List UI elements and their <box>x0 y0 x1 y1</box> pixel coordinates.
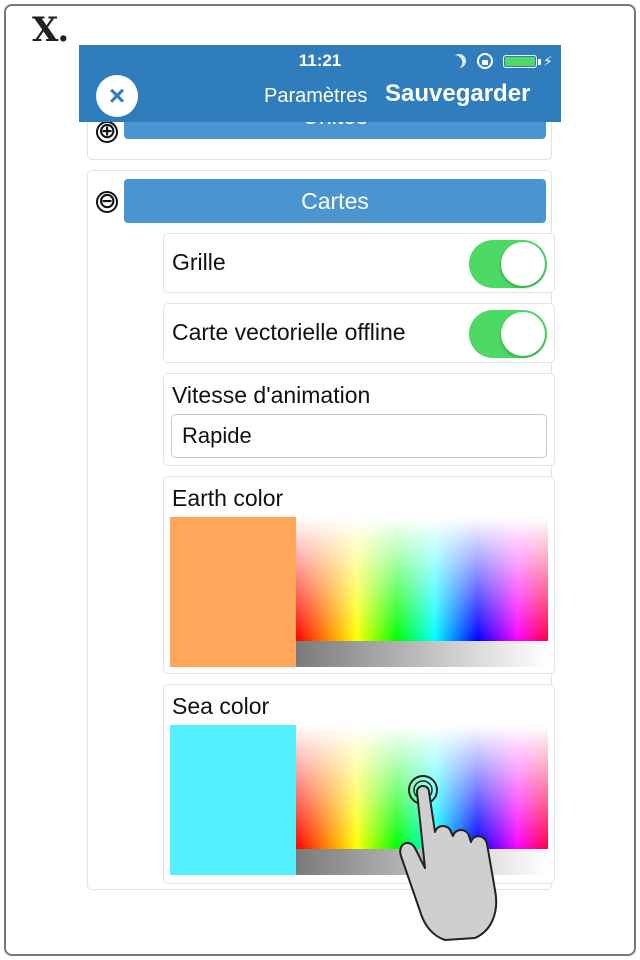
offline-map-label: Carte vectorielle offline <box>172 319 406 345</box>
grid-label: Grille <box>172 249 226 275</box>
close-button[interactable]: × <box>96 75 138 117</box>
battery-icon <box>503 55 537 68</box>
status-bar: 11:21 ⚡ <box>79 50 561 72</box>
phone-screen: 11:21 ⚡ × Paramètres Sauvegarder ⊕ Unité… <box>79 45 561 895</box>
offline-map-row: Carte vectorielle offline <box>163 303 555 363</box>
sea-color-swatch <box>170 725 296 875</box>
earth-color-swatch <box>170 517 296 667</box>
animation-speed-label: Vitesse d'animation <box>172 382 371 408</box>
offline-map-switch[interactable] <box>469 310 547 358</box>
earth-color-label: Earth color <box>172 485 284 511</box>
section-header-maps[interactable]: Cartes <box>124 179 546 223</box>
animation-speed-row: Vitesse d'animation Rapide <box>163 373 555 466</box>
navigation-bar: 11:21 ⚡ × Paramètres Sauvegarder <box>79 45 561 122</box>
collapse-minus-icon[interactable]: ⊖ <box>96 190 118 213</box>
earth-color-spectrum[interactable] <box>296 517 548 641</box>
tap-hand-icon <box>399 775 498 941</box>
sea-color-label: Sea color <box>172 693 270 719</box>
expand-plus-icon[interactable]: ⊕ <box>96 120 118 143</box>
animation-speed-select[interactable]: Rapide <box>171 414 547 458</box>
earth-color-row: Earth color <box>163 476 555 674</box>
save-button[interactable]: Sauvegarder <box>385 79 530 109</box>
section-title-maps: Cartes <box>301 188 369 214</box>
earth-color-gray-strip[interactable] <box>296 641 548 667</box>
step-label: X. <box>32 10 69 50</box>
charging-bolt-icon: ⚡ <box>543 53 553 69</box>
rotation-lock-icon <box>477 53 493 69</box>
close-icon: × <box>108 80 126 111</box>
battery-tip <box>538 59 541 65</box>
page-title: Paramètres <box>264 85 368 107</box>
grid-switch[interactable] <box>469 240 547 288</box>
grid-row: Grille <box>163 233 555 293</box>
